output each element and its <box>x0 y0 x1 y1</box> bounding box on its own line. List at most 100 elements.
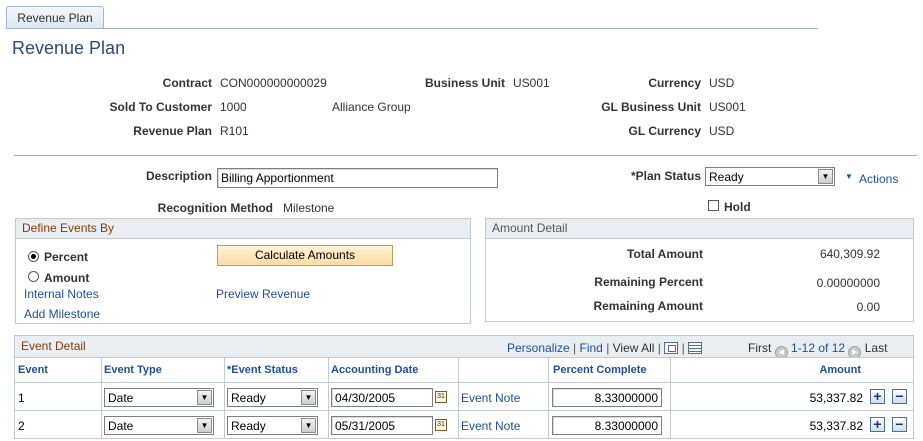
hold-label: Hold <box>724 200 751 214</box>
sold-to-name: Alliance Group <box>332 100 411 114</box>
recognition-method-label: Recognition Method <box>157 201 273 215</box>
column-divider <box>101 358 102 384</box>
event-number: 2 <box>18 419 25 433</box>
section-divider <box>14 155 917 156</box>
row-range: 1-12 of 12 <box>791 341 846 355</box>
table-row: 2 Date ▼ Ready ▼ 31 Event Note 53,337.82… <box>14 411 914 439</box>
description-input[interactable] <box>217 168 498 188</box>
event-type-value: Date <box>108 419 134 433</box>
calendar-icon[interactable]: 31 <box>435 419 447 431</box>
currency-label: Currency <box>648 76 701 90</box>
event-status-select[interactable]: Ready ▼ <box>227 388 318 407</box>
event-type-value: Date <box>108 391 134 405</box>
event-status-value: Ready <box>231 391 266 405</box>
remaining-percent-label: Remaining Percent <box>594 275 703 289</box>
plan-status-value: Ready <box>709 170 744 184</box>
chevron-down-icon: ▼ <box>197 390 212 405</box>
percent-complete-input[interactable] <box>552 388 662 407</box>
page-title: Revenue Plan <box>12 38 126 58</box>
accounting-date-input[interactable] <box>331 388 433 407</box>
actions-triangle-icon: ▼ <box>845 172 853 181</box>
first-label: First <box>748 341 772 355</box>
tab-divider <box>6 28 818 29</box>
column-event-type[interactable]: Event Type <box>104 364 162 376</box>
column-event[interactable]: Event <box>18 364 48 376</box>
table-row: 1 Date ▼ Ready ▼ 31 Event Note 53,337.82… <box>14 383 914 411</box>
remaining-percent-value: 0.00000000 <box>816 276 880 290</box>
sold-to-value: 1000 <box>220 100 247 114</box>
event-status-value: Ready <box>231 419 266 433</box>
gl-currency-value: USD <box>709 124 735 138</box>
accounting-date-input[interactable] <box>331 416 433 435</box>
total-amount-value: 640,309.92 <box>819 247 880 261</box>
view-all-link[interactable]: View All <box>613 341 655 355</box>
event-type-select[interactable]: Date ▼ <box>104 416 214 435</box>
event-detail-title: Event Detail <box>21 339 86 353</box>
add-row-button[interactable]: + <box>870 417 885 432</box>
find-link[interactable]: Find <box>580 341 603 355</box>
remaining-amount-label: Remaining Amount <box>593 299 703 313</box>
event-type-select[interactable]: Date ▼ <box>104 388 214 407</box>
download-grid-icon[interactable] <box>688 342 703 354</box>
hold-checkbox[interactable] <box>708 200 719 214</box>
preview-revenue-link[interactable]: Preview Revenue <box>216 287 310 301</box>
amount-radio[interactable] <box>28 270 39 284</box>
internal-notes-link[interactable]: Internal Notes <box>24 287 99 301</box>
column-divider <box>458 358 459 384</box>
business-unit-label: Business Unit <box>424 76 505 90</box>
row-amount: 53,337.82 <box>809 419 863 433</box>
currency-value: USD <box>709 76 735 90</box>
recognition-method-value: Milestone <box>283 201 335 215</box>
event-status-select[interactable]: Ready ▼ <box>227 416 318 435</box>
remaining-amount-value: 0.00 <box>856 300 880 314</box>
plan-status-select[interactable]: Ready ▼ <box>705 167 835 186</box>
gl-currency-label: GL Currency <box>628 124 701 138</box>
last-label: Last <box>864 341 888 355</box>
business-unit-value: US001 <box>513 76 550 90</box>
calculate-amounts-button[interactable]: Calculate Amounts <box>217 245 393 266</box>
event-note-link[interactable]: Event Note <box>461 391 520 405</box>
chevron-down-icon: ▼ <box>301 390 316 405</box>
chevron-down-icon: ▼ <box>818 169 833 184</box>
add-row-button[interactable]: + <box>870 389 885 404</box>
zoom-icon[interactable] <box>664 342 679 354</box>
column-accounting-date[interactable]: Accounting Date <box>331 364 418 376</box>
calendar-icon[interactable]: 31 <box>435 391 447 403</box>
column-percent-complete[interactable]: Percent Complete <box>553 364 647 376</box>
percent-complete-input[interactable] <box>552 416 662 435</box>
column-divider <box>224 358 225 384</box>
tab-revenue-plan[interactable]: Revenue Plan <box>6 6 104 29</box>
column-divider <box>328 358 329 384</box>
column-amount[interactable]: Amount <box>819 364 861 376</box>
personalize-link[interactable]: Personalize <box>507 341 570 355</box>
contract-label: Contract <box>162 76 212 90</box>
amount-radio-label: Amount <box>44 271 90 285</box>
event-number: 1 <box>18 391 25 405</box>
event-detail-columns: Event Event Type *Event Status Accountin… <box>14 357 914 384</box>
percent-radio[interactable] <box>28 250 39 264</box>
delete-row-button[interactable]: − <box>892 417 907 432</box>
total-amount-label: Total Amount <box>627 247 703 261</box>
event-detail-header: Event Detail Personalize | Find | View A… <box>14 335 914 359</box>
amount-detail-title: Amount Detail <box>486 219 913 239</box>
event-note-link[interactable]: Event Note <box>461 419 520 433</box>
define-events-title: Define Events By <box>16 219 470 239</box>
column-divider <box>548 358 549 384</box>
column-divider <box>670 358 671 384</box>
contract-value: CON000000000029 <box>220 76 327 90</box>
chevron-down-icon: ▼ <box>197 418 212 433</box>
delete-row-button[interactable]: − <box>892 389 907 404</box>
percent-radio-label: Percent <box>44 250 89 264</box>
column-event-status[interactable]: *Event Status <box>227 364 298 376</box>
sold-to-label: Sold To Customer <box>109 100 212 114</box>
plan-status-label: *Plan Status <box>630 169 701 183</box>
gl-business-unit-label: GL Business Unit <box>601 100 701 114</box>
chevron-down-icon: ▼ <box>301 418 316 433</box>
actions-link[interactable]: Actions <box>859 172 898 186</box>
revenue-plan-value: R101 <box>220 124 249 138</box>
row-amount: 53,337.82 <box>809 391 863 405</box>
revenue-plan-label: Revenue Plan <box>133 124 212 138</box>
gl-business-unit-value: US001 <box>709 100 746 114</box>
add-milestone-link[interactable]: Add Milestone <box>24 307 100 321</box>
description-label: Description <box>145 169 212 183</box>
